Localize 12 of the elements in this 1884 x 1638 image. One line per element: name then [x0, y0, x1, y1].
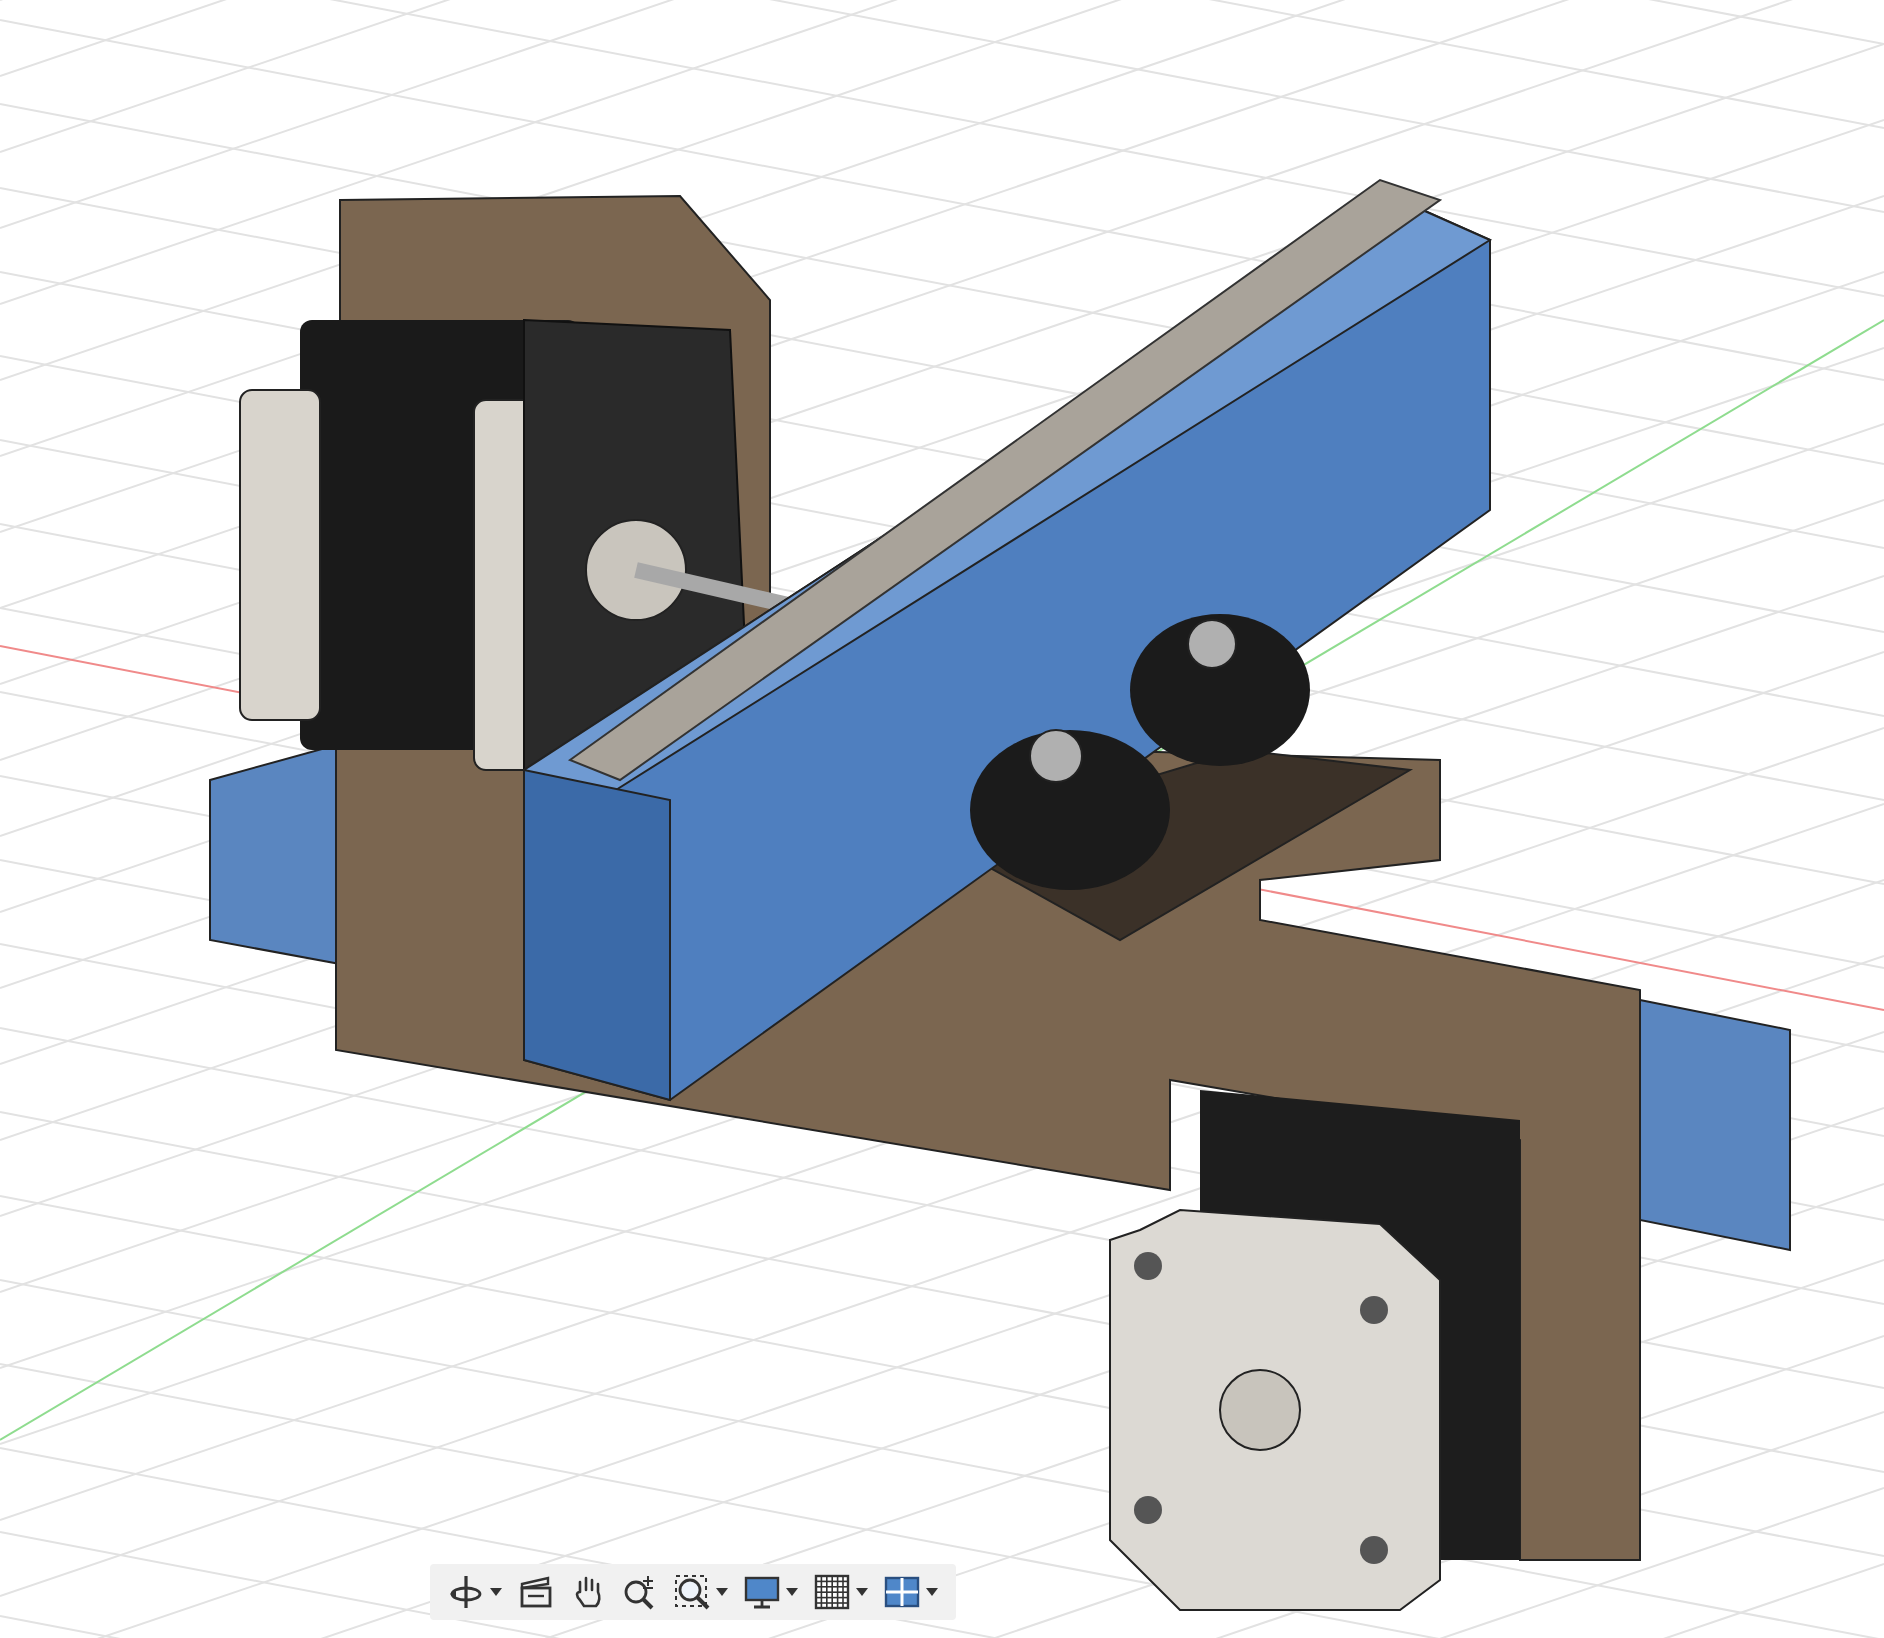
caret-icon — [716, 1588, 728, 1596]
caret-icon — [856, 1588, 868, 1596]
zoom-icon — [622, 1574, 658, 1610]
monitor-icon — [744, 1574, 780, 1610]
caret-icon — [490, 1588, 502, 1596]
caret-icon — [786, 1588, 798, 1596]
grid-icon — [814, 1574, 850, 1610]
hand-icon — [570, 1574, 606, 1610]
orbit-icon — [448, 1574, 484, 1610]
zoom-window-icon — [674, 1574, 710, 1610]
caret-icon — [926, 1588, 938, 1596]
viewports-icon — [884, 1574, 920, 1610]
